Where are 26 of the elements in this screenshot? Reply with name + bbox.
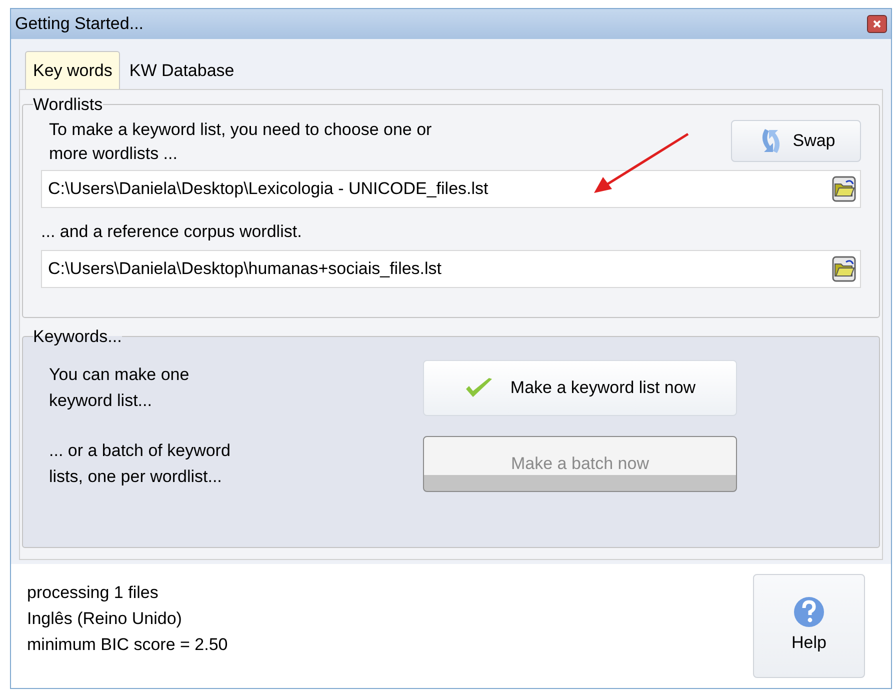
reference-label: ... and a reference corpus wordlist. xyxy=(41,220,303,242)
swap-button[interactable]: Swap xyxy=(731,120,861,162)
open-folder-icon[interactable] xyxy=(832,256,856,282)
status-text: processing 1 files xyxy=(27,582,160,604)
description-text: ... or a batch of keyword xyxy=(49,440,232,462)
checkmark-icon xyxy=(464,376,494,398)
make-list-button[interactable]: Make a keyword list now xyxy=(423,360,737,416)
wordlist-path-field[interactable]: C:\Users\Daniela\Desktop\Lexicologia - UNICODE_files.lst xyxy=(41,170,861,208)
tab[interactable]: Key words xyxy=(25,51,120,89)
instruction-text: more wordlists ... xyxy=(49,142,178,164)
open-folder-icon[interactable] xyxy=(832,176,856,202)
status-text: minimum BIC score = 2.50 xyxy=(27,634,228,656)
close-icon xyxy=(872,19,882,29)
instruction-text: To make a keyword list, you need to choose one or xyxy=(49,118,432,140)
status-text: Inglês (Reino Unido) xyxy=(27,608,183,630)
reference-path-field[interactable]: C:\Users\Daniela\Desktop\humanas+sociais_files.lst xyxy=(41,250,861,288)
window-title: Getting Started... xyxy=(15,13,144,36)
group-title: Wordlists xyxy=(33,94,103,116)
tab[interactable]: KW Database xyxy=(122,53,242,89)
description-text: keyword list... xyxy=(49,390,153,412)
close-button[interactable] xyxy=(867,15,887,33)
description-text: lists, one per wordlist... xyxy=(49,466,223,488)
description-text: You can make one xyxy=(49,364,190,386)
help-button[interactable]: Help xyxy=(753,574,865,678)
help-icon xyxy=(793,596,825,628)
group-title: Keywords... xyxy=(33,326,122,348)
